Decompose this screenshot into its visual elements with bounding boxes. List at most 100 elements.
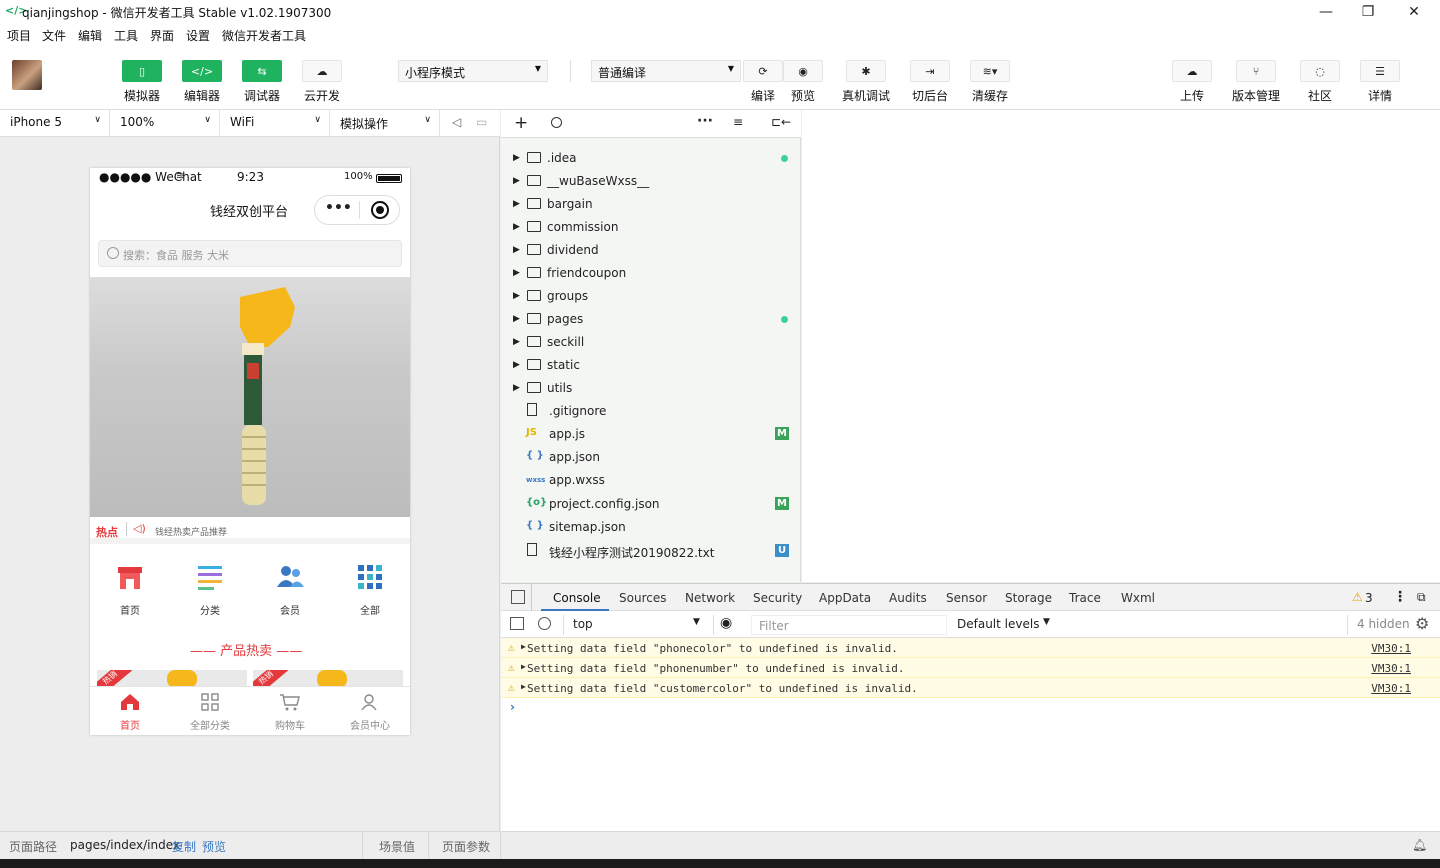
tree-file[interactable]: 钱经小程序测试20190822.txt U	[501, 540, 801, 563]
more-dots-icon[interactable]: •••	[325, 200, 352, 216]
tree-file[interactable]: .gitignore	[501, 400, 801, 423]
network-select[interactable]: WiFi ∨	[220, 110, 330, 136]
clear-cache-button[interactable]: ≋▾	[970, 60, 1010, 82]
tree-folder[interactable]: ▶ static	[501, 354, 801, 377]
menu-wechat-devtools[interactable]: 微信开发者工具	[222, 27, 306, 44]
debugger-button[interactable]: ⇆	[242, 60, 282, 82]
restore-icon[interactable]: ❐	[1358, 3, 1378, 21]
capsule-button[interactable]: •••	[314, 195, 400, 225]
upload-button[interactable]: ☁	[1172, 60, 1212, 82]
screen-icon[interactable]: ▭	[476, 115, 487, 129]
minimize-icon[interactable]: —	[1316, 3, 1336, 21]
version-button[interactable]: ⑂	[1236, 60, 1276, 82]
menu-view[interactable]: 界面	[150, 27, 174, 44]
compile-select[interactable]: 普通编译 ▼	[591, 60, 741, 82]
sidebar-toggle-icon[interactable]	[510, 617, 524, 630]
simulator-button[interactable]: ▯	[122, 60, 162, 82]
kebab-icon[interactable]: ⋮	[1393, 589, 1407, 605]
preview-link[interactable]: 预览	[202, 838, 226, 855]
expand-arrow-icon[interactable]: ▶	[513, 383, 520, 393]
expand-arrow-icon[interactable]: ▶	[521, 642, 526, 651]
tab-all-categories[interactable]: 全部分类	[170, 693, 250, 732]
category-member[interactable]: 会员	[260, 563, 320, 617]
more-icon[interactable]: ···	[697, 113, 713, 129]
category-home[interactable]: 首页	[100, 563, 160, 617]
hot-news-bar[interactable]: 热点 ◁) 钱经热卖产品推荐	[90, 517, 410, 544]
tab-cart[interactable]: 购物车	[250, 693, 330, 732]
backstage-button[interactable]: ⇥	[910, 60, 950, 82]
expand-arrow-icon[interactable]: ▶	[521, 662, 526, 671]
remote-debug-button[interactable]: ✱	[846, 60, 886, 82]
preview-button[interactable]: ◉	[783, 60, 823, 82]
menu-file[interactable]: 文件	[42, 27, 66, 44]
source-link[interactable]: VM30:1	[1371, 662, 1411, 675]
expand-arrow-icon[interactable]: ▶	[513, 291, 520, 301]
context-select[interactable]: top ▼	[567, 614, 707, 634]
zoom-select[interactable]: 100% ∨	[110, 110, 220, 136]
warning-icon[interactable]: ⚠	[1352, 590, 1363, 604]
editor-button[interactable]: </>	[182, 60, 222, 82]
banner-image[interactable]	[90, 277, 410, 517]
category-classify[interactable]: 分类	[180, 563, 240, 617]
tab-appdata[interactable]: AppData	[819, 591, 871, 605]
undock-icon[interactable]: ⧉	[1417, 590, 1426, 605]
search-bar[interactable]: 搜索：食品 服务 大米	[98, 240, 402, 267]
tree-folder[interactable]: ▶ groups	[501, 285, 801, 308]
scene-value[interactable]: 场景值	[379, 838, 415, 855]
console-warning[interactable]: ⚠ ▶ Setting data field "customercolor" t…	[501, 678, 1440, 698]
console-warning[interactable]: ⚠ ▶ Setting data field "phonecolor" to u…	[501, 638, 1440, 658]
device-model-select[interactable]: iPhone 5 ∨	[0, 110, 110, 136]
compile-button[interactable]: ⟳	[743, 60, 783, 82]
tab-home[interactable]: 首页	[90, 693, 170, 732]
tree-folder[interactable]: ▶ __wuBaseWxss__	[501, 170, 801, 193]
tree-folder[interactable]: ▶ .idea	[501, 147, 801, 170]
close-target-icon[interactable]	[371, 201, 389, 219]
expand-arrow-icon[interactable]: ▶	[513, 222, 520, 232]
warning-count[interactable]: 3	[1365, 591, 1373, 605]
hide-panel-icon[interactable]: ⊏←	[771, 115, 791, 129]
tree-file[interactable]: { } app.json	[501, 446, 801, 469]
tab-network[interactable]: Network	[685, 591, 735, 605]
expand-arrow-icon[interactable]: ▶	[513, 268, 520, 278]
tab-security[interactable]: Security	[753, 591, 802, 605]
settings-gear-icon[interactable]: ⚙	[1415, 614, 1429, 633]
tree-folder[interactable]: ▶ seckill	[501, 331, 801, 354]
volume-icon[interactable]: ◁	[452, 115, 461, 129]
page-params[interactable]: 页面参数	[442, 838, 490, 855]
community-button[interactable]: ◌	[1300, 60, 1340, 82]
expand-arrow-icon[interactable]: ▶	[513, 245, 520, 255]
clear-console-icon[interactable]	[538, 617, 551, 630]
bell-icon[interactable]: 🔔︎	[1412, 838, 1427, 852]
expand-arrow-icon[interactable]: ▶	[513, 199, 520, 209]
tree-folder[interactable]: ▶ commission	[501, 216, 801, 239]
source-link[interactable]: VM30:1	[1371, 642, 1411, 655]
cloud-button[interactable]: ☁	[302, 60, 342, 82]
tree-file[interactable]: {o} project.config.json M	[501, 493, 801, 516]
close-icon[interactable]: ✕	[1404, 3, 1424, 21]
menu-project[interactable]: 项目	[7, 27, 31, 44]
source-link[interactable]: VM30:1	[1371, 682, 1411, 695]
menu-tools[interactable]: 工具	[114, 27, 138, 44]
console-warning[interactable]: ⚠ ▶ Setting data field "phonenumber" to …	[501, 658, 1440, 678]
tab-audits[interactable]: Audits	[889, 591, 927, 605]
eye-icon[interactable]: ◉	[720, 615, 732, 631]
operation-select[interactable]: 模拟操作 ∨	[330, 110, 440, 136]
avatar[interactable]	[12, 60, 42, 90]
menu-edit[interactable]: 编辑	[78, 27, 102, 44]
tree-folder[interactable]: ▶ pages	[501, 308, 801, 331]
tree-folder[interactable]: ▶ friendcoupon	[501, 262, 801, 285]
tab-console[interactable]: Console	[553, 591, 601, 605]
expand-arrow-icon[interactable]: ▶	[513, 360, 520, 370]
collapse-icon[interactable]: ≡	[733, 115, 743, 129]
tree-folder[interactable]: ▶ utils	[501, 377, 801, 400]
tab-storage[interactable]: Storage	[1005, 591, 1052, 605]
tree-folder[interactable]: ▶ bargain	[501, 193, 801, 216]
search-icon[interactable]	[551, 117, 562, 128]
tab-trace[interactable]: Trace	[1069, 591, 1101, 605]
filter-input[interactable]: Filter	[751, 615, 947, 635]
mode-select[interactable]: 小程序模式 ▼	[398, 60, 548, 82]
tab-member-center[interactable]: 会员中心	[330, 693, 410, 732]
tree-file[interactable]: wxss app.wxss	[501, 469, 801, 492]
levels-select[interactable]: Default levels ▼	[957, 614, 1057, 634]
tree-file[interactable]: { } sitemap.json	[501, 516, 801, 539]
